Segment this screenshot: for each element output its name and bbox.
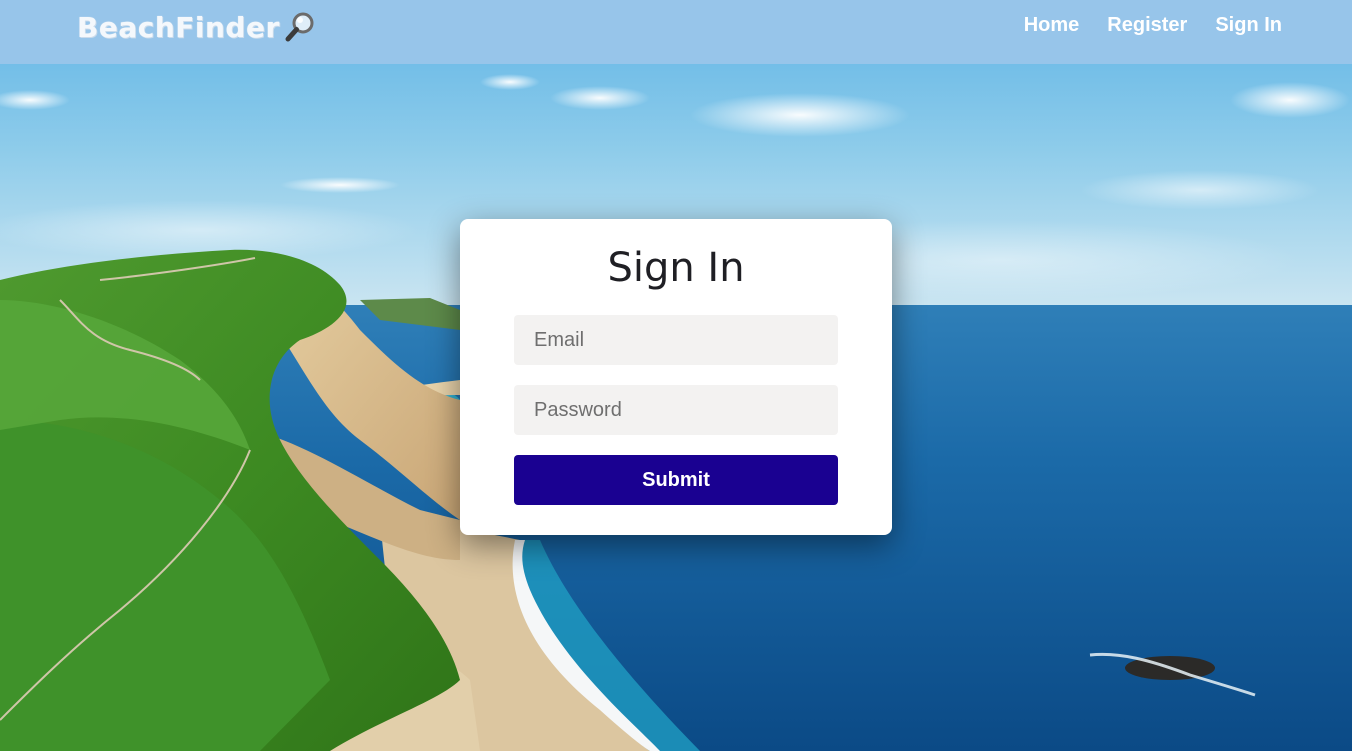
top-navbar: BeachFinder Home Register Sign In: [0, 0, 1352, 64]
brand-logo-link[interactable]: BeachFinder: [77, 9, 316, 45]
nav-link-sign-in[interactable]: Sign In: [1215, 12, 1282, 38]
nav-links: Home Register Sign In: [1024, 12, 1282, 38]
nav-link-home[interactable]: Home: [1024, 12, 1080, 38]
nav-link-register[interactable]: Register: [1107, 12, 1187, 38]
signin-card: Sign In Submit: [460, 219, 892, 535]
password-input[interactable]: [514, 385, 838, 435]
brand-name: BeachFinder: [77, 10, 280, 44]
magnifying-glass-icon: [284, 11, 316, 43]
submit-button[interactable]: Submit: [514, 455, 838, 505]
email-input[interactable]: [514, 315, 838, 365]
signin-title: Sign In: [607, 245, 745, 291]
